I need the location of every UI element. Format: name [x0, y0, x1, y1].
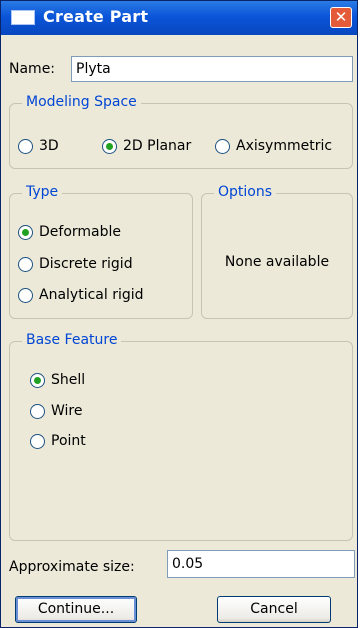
close-button[interactable]: ✕	[330, 7, 352, 28]
window-icon	[11, 10, 35, 25]
radio-axisymmetric[interactable]: Axisymmetric	[215, 138, 332, 154]
radio-axisymmetric-label: Axisymmetric	[236, 138, 333, 154]
radio-wire-label: Wire	[51, 403, 83, 419]
base-feature-title: Base Feature	[22, 332, 122, 348]
radio-point[interactable]: Point	[30, 433, 86, 449]
type-title: Type	[22, 184, 63, 200]
name-input[interactable]	[71, 56, 353, 82]
radio-2d-planar-label: 2D Planar	[123, 138, 192, 154]
radio-3d[interactable]: 3D	[18, 138, 59, 154]
radio-3d-label: 3D	[39, 138, 59, 154]
title-bar[interactable]: Create Part ✕	[1, 1, 357, 35]
radio-analytical-rigid[interactable]: Analytical rigid	[18, 287, 144, 303]
radio-wire[interactable]: Wire	[30, 403, 83, 419]
radio-discrete-rigid[interactable]: Discrete rigid	[18, 256, 133, 272]
radio-shell[interactable]: Shell	[30, 372, 85, 388]
radio-wire-circle[interactable]	[30, 403, 45, 419]
radio-analytical-rigid-circle[interactable]	[18, 287, 33, 303]
type-group: Type Deformable Discrete rigid Analytica…	[9, 184, 193, 319]
options-title: Options	[214, 184, 277, 200]
radio-deformable-circle[interactable]	[18, 224, 33, 240]
modeling-space-group: Modeling Space 3D 2D Planar Axisymmetric	[9, 94, 353, 169]
approximate-size-input[interactable]	[167, 550, 355, 578]
base-feature-group: Base Feature Shell Wire Point	[9, 332, 353, 541]
continue-button[interactable]: Continue...	[15, 596, 137, 623]
name-label: Name:	[9, 61, 56, 77]
radio-axisymmetric-circle[interactable]	[215, 138, 230, 154]
radio-deformable-label: Deformable	[39, 224, 122, 240]
options-none-available: None available	[224, 254, 330, 270]
radio-3d-circle[interactable]	[18, 138, 33, 154]
radio-shell-circle[interactable]	[30, 372, 45, 388]
dialog-title: Create Part	[43, 7, 149, 26]
radio-point-circle[interactable]	[30, 433, 45, 449]
approximate-size-label: Approximate size:	[9, 559, 135, 575]
radio-deformable[interactable]: Deformable	[18, 224, 121, 240]
radio-shell-label: Shell	[51, 372, 86, 388]
radio-2d-planar[interactable]: 2D Planar	[102, 138, 191, 154]
cancel-button[interactable]: Cancel	[217, 596, 331, 623]
close-icon: ✕	[334, 8, 348, 26]
options-group: Options None available	[201, 184, 353, 319]
radio-2d-planar-circle[interactable]	[102, 138, 117, 154]
modeling-space-title: Modeling Space	[22, 94, 141, 110]
radio-analytical-rigid-label: Analytical rigid	[39, 287, 144, 303]
radio-discrete-rigid-circle[interactable]	[18, 256, 33, 272]
radio-point-label: Point	[51, 433, 86, 449]
radio-discrete-rigid-label: Discrete rigid	[39, 256, 133, 272]
create-part-dialog: Create Part ✕ Name: Modeling Space 3D 2D…	[0, 0, 358, 628]
